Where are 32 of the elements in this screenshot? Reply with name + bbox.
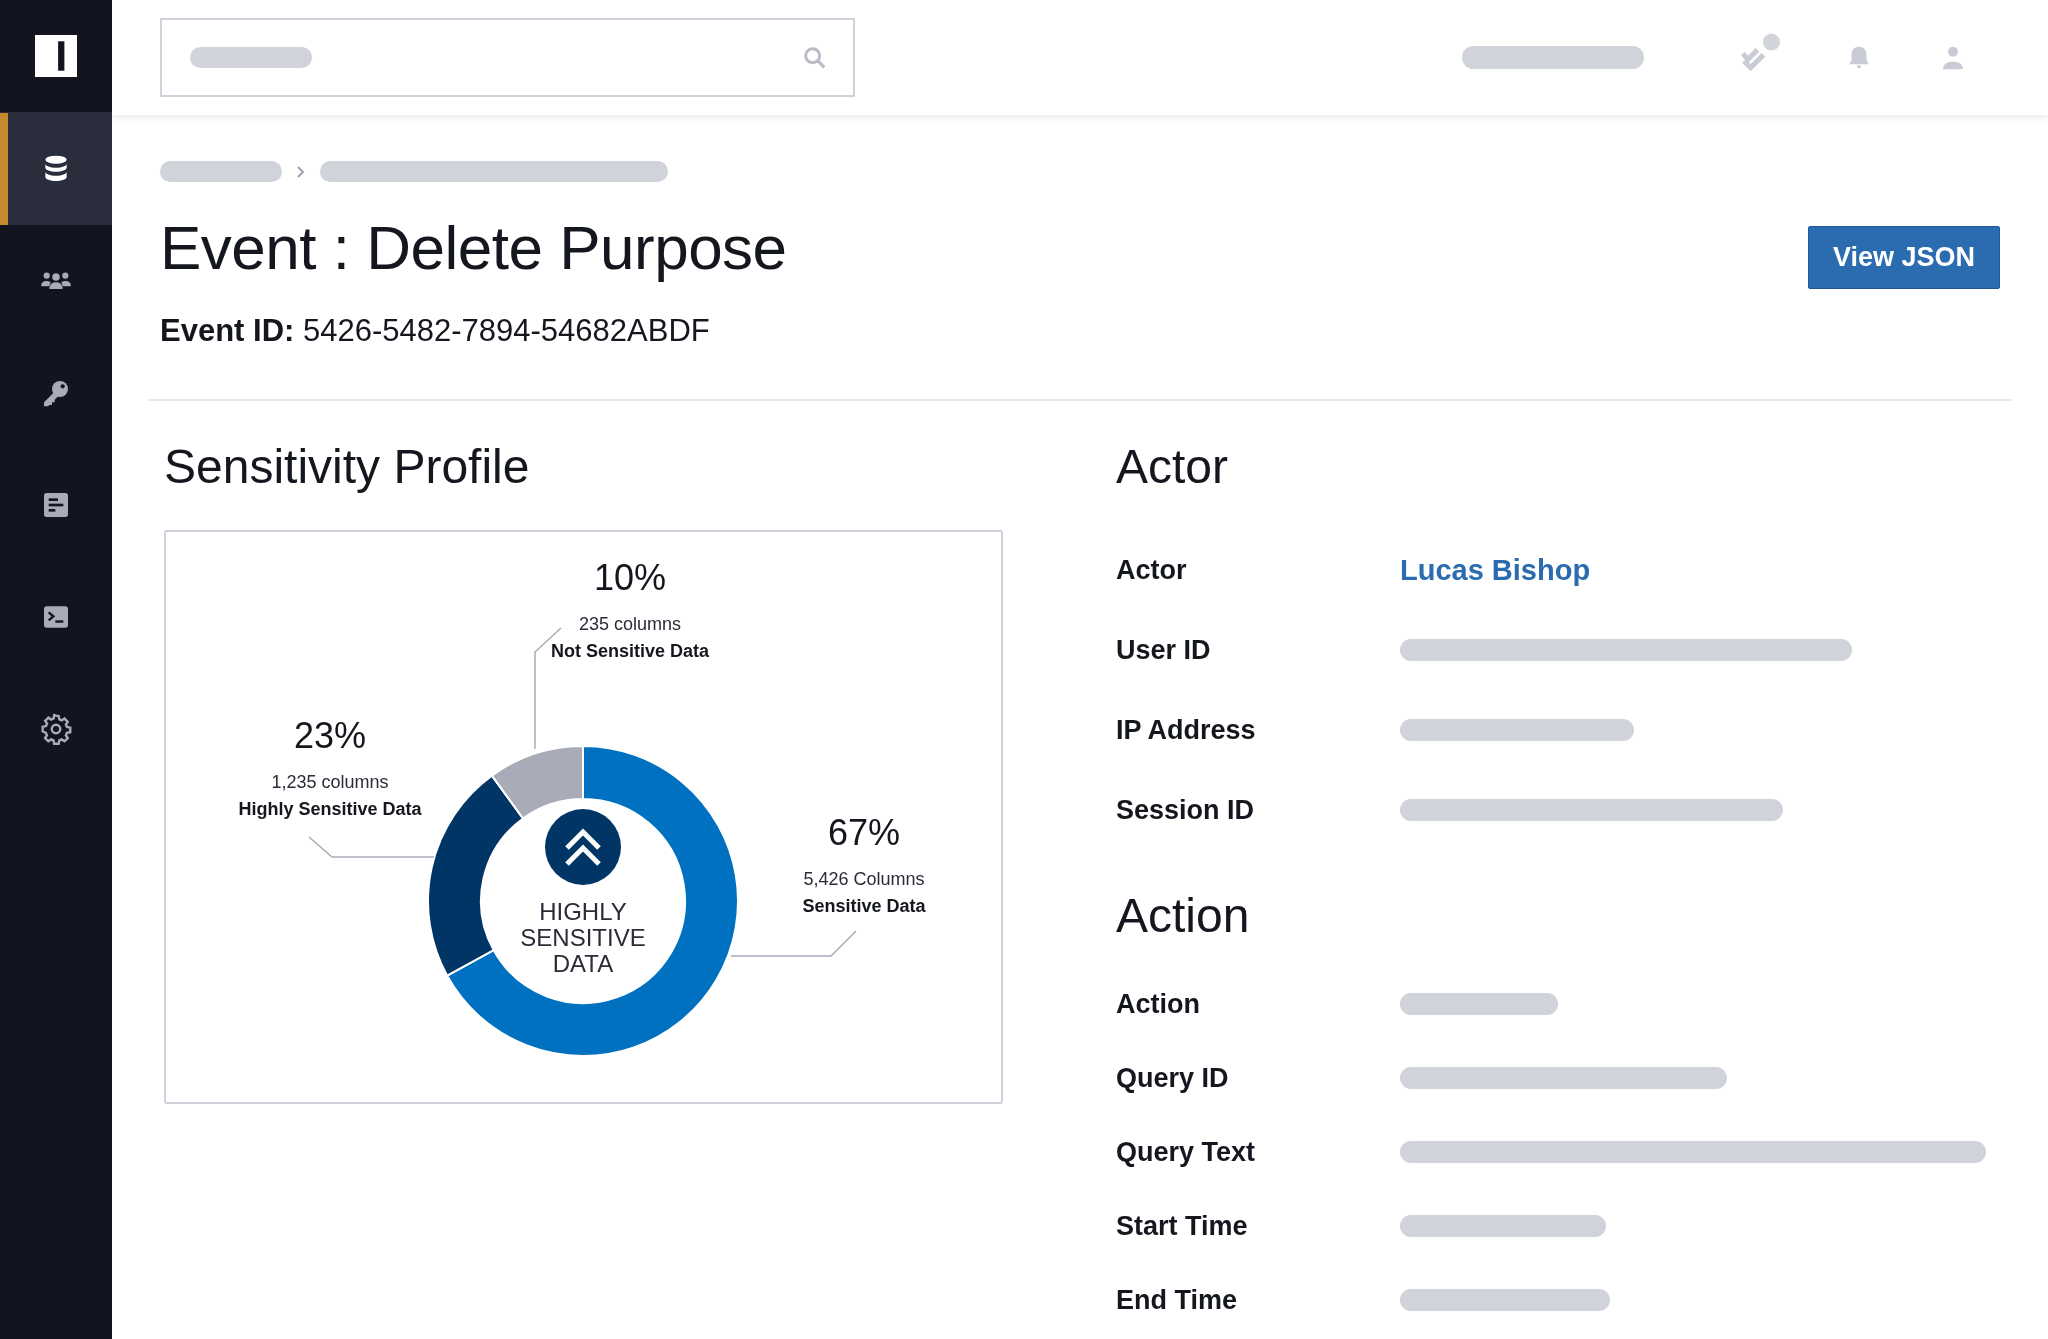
view-json-button[interactable]: View JSON bbox=[1807, 226, 2000, 289]
center-label: HIGHLY SENSITIVE DATA bbox=[520, 898, 646, 977]
column-count-label: 235 columns bbox=[578, 614, 682, 634]
percent-label: 10% bbox=[593, 557, 667, 598]
search-field[interactable] bbox=[160, 18, 855, 97]
logo-icon bbox=[35, 35, 77, 77]
event-id: Event ID: 5426-5482-7894-54682ABDF bbox=[160, 313, 711, 349]
actor-link[interactable]: Lucas Bishop bbox=[1400, 553, 1591, 587]
category-label: Not Sensitive Data bbox=[551, 641, 709, 661]
field-label: User ID bbox=[1116, 634, 1212, 666]
settings-icon bbox=[40, 713, 72, 745]
section-heading: Actor bbox=[1116, 439, 1230, 494]
field-label: Query ID bbox=[1116, 1062, 1230, 1094]
column-count-label: 1,235 columns bbox=[271, 772, 389, 792]
field-label: IP Address bbox=[1116, 714, 1257, 746]
field-label: End Time bbox=[1116, 1284, 1239, 1316]
field-label: Query Text bbox=[1116, 1136, 1257, 1168]
percent-label: 23% bbox=[293, 715, 367, 756]
field-label: Action bbox=[1116, 988, 1201, 1020]
field-label: Actor bbox=[1116, 554, 1188, 586]
section-heading: Action bbox=[1116, 888, 1251, 943]
section-heading: Sensitivity Profile bbox=[164, 439, 531, 494]
category-label: Highly Sensitive Data bbox=[238, 799, 422, 819]
category-label: Sensitive Data bbox=[802, 896, 926, 916]
page-title: Event : Delete Purpose bbox=[160, 212, 787, 283]
chevron-icon bbox=[296, 164, 306, 179]
field-label: Start Time bbox=[1116, 1210, 1249, 1242]
column-count-label: 5,426 Columns bbox=[803, 869, 925, 889]
sidebar-item[interactable] bbox=[0, 113, 112, 225]
double-chevron-icon bbox=[545, 809, 621, 885]
percent-label: 67% bbox=[827, 812, 901, 853]
field-label: Session ID bbox=[1116, 794, 1256, 826]
